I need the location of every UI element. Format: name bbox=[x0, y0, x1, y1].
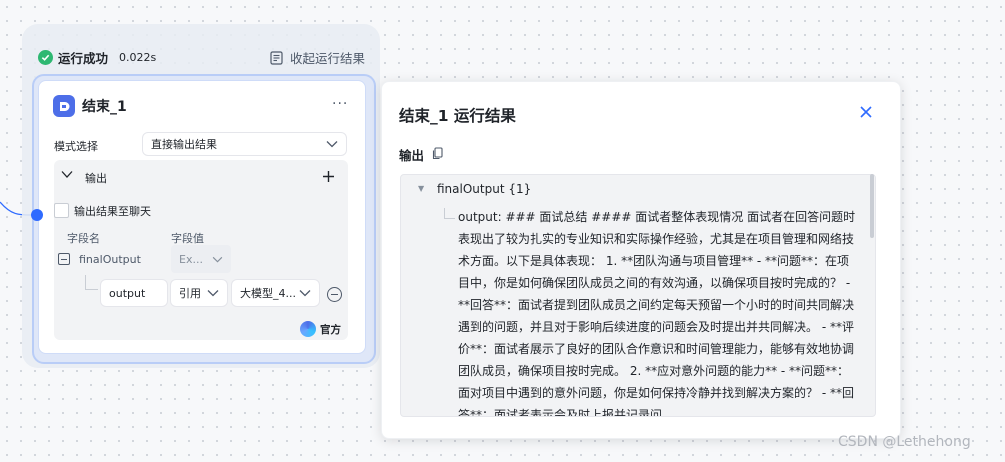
output-root-key: finalOutput {1} bbox=[437, 182, 532, 196]
chevron-down-icon bbox=[212, 256, 223, 262]
watermark: CSDN @Lethehong bbox=[838, 434, 971, 450]
check-circle-icon bbox=[38, 49, 53, 65]
mode-select-label: 模式选择 bbox=[54, 140, 98, 153]
official-badge: 官方 bbox=[300, 321, 341, 337]
more-options-icon[interactable]: ··· bbox=[332, 96, 348, 112]
tree-connector bbox=[444, 208, 455, 219]
field-value: Ex... bbox=[179, 252, 203, 266]
node-title: 结束_1 bbox=[82, 99, 127, 115]
reference-type: 引用 bbox=[179, 287, 201, 300]
reference-type-select[interactable]: 引用 bbox=[170, 279, 228, 307]
collapse-results-label: 收起运行结果 bbox=[290, 51, 366, 66]
official-logo-icon bbox=[300, 321, 316, 337]
tree-connector bbox=[85, 275, 98, 290]
run-status: 运行成功 0.022s bbox=[38, 48, 156, 66]
field-value-header: 字段值 bbox=[171, 232, 204, 245]
output-section-label: 输出 bbox=[85, 172, 107, 185]
copy-icon[interactable] bbox=[432, 147, 443, 160]
collapse-field-icon[interactable] bbox=[58, 253, 70, 265]
output-to-chat-checkbox[interactable] bbox=[54, 203, 69, 218]
chevron-down-icon[interactable] bbox=[61, 170, 73, 179]
add-icon[interactable] bbox=[322, 170, 335, 183]
panel-title: 结束_1 运行结果 bbox=[399, 107, 516, 125]
caret-down-icon[interactable]: ▼ bbox=[418, 184, 424, 193]
subfield-name-input[interactable]: output bbox=[100, 279, 168, 307]
chevron-down-icon bbox=[299, 290, 311, 297]
remove-field-icon[interactable] bbox=[327, 287, 342, 302]
document-icon bbox=[270, 50, 283, 65]
reference-value: 大模型_4... bbox=[240, 287, 296, 300]
output-value-text: output: ### 面试总结 #### 面试者整体表现情况 面试者在回答问题… bbox=[458, 210, 856, 416]
end-node-icon bbox=[53, 95, 75, 117]
official-badge-label: 官方 bbox=[320, 323, 341, 336]
subfield-name: output bbox=[109, 286, 146, 300]
run-duration: 0.022s bbox=[119, 50, 157, 64]
chevron-down-icon bbox=[326, 141, 338, 148]
chevron-down-icon bbox=[207, 290, 219, 297]
field-name: finalOutput bbox=[79, 253, 141, 266]
collapse-results-button[interactable]: 收起运行结果 bbox=[270, 48, 365, 67]
mode-select[interactable]: 直接输出结果 bbox=[142, 132, 347, 156]
mode-select-value: 直接输出结果 bbox=[151, 138, 217, 151]
close-icon[interactable] bbox=[859, 105, 873, 123]
output-to-chat-label: 输出结果至聊天 bbox=[74, 205, 151, 218]
field-value-select: Ex... bbox=[171, 245, 231, 273]
field-name-header: 字段名 bbox=[67, 232, 100, 245]
input-port-handle[interactable] bbox=[31, 209, 43, 221]
reference-value-select[interactable]: 大模型_4... bbox=[231, 279, 320, 307]
run-status-text: 运行成功 bbox=[58, 50, 109, 66]
output-scrollbar[interactable] bbox=[870, 174, 874, 238]
output-label: 输出 bbox=[399, 148, 425, 163]
